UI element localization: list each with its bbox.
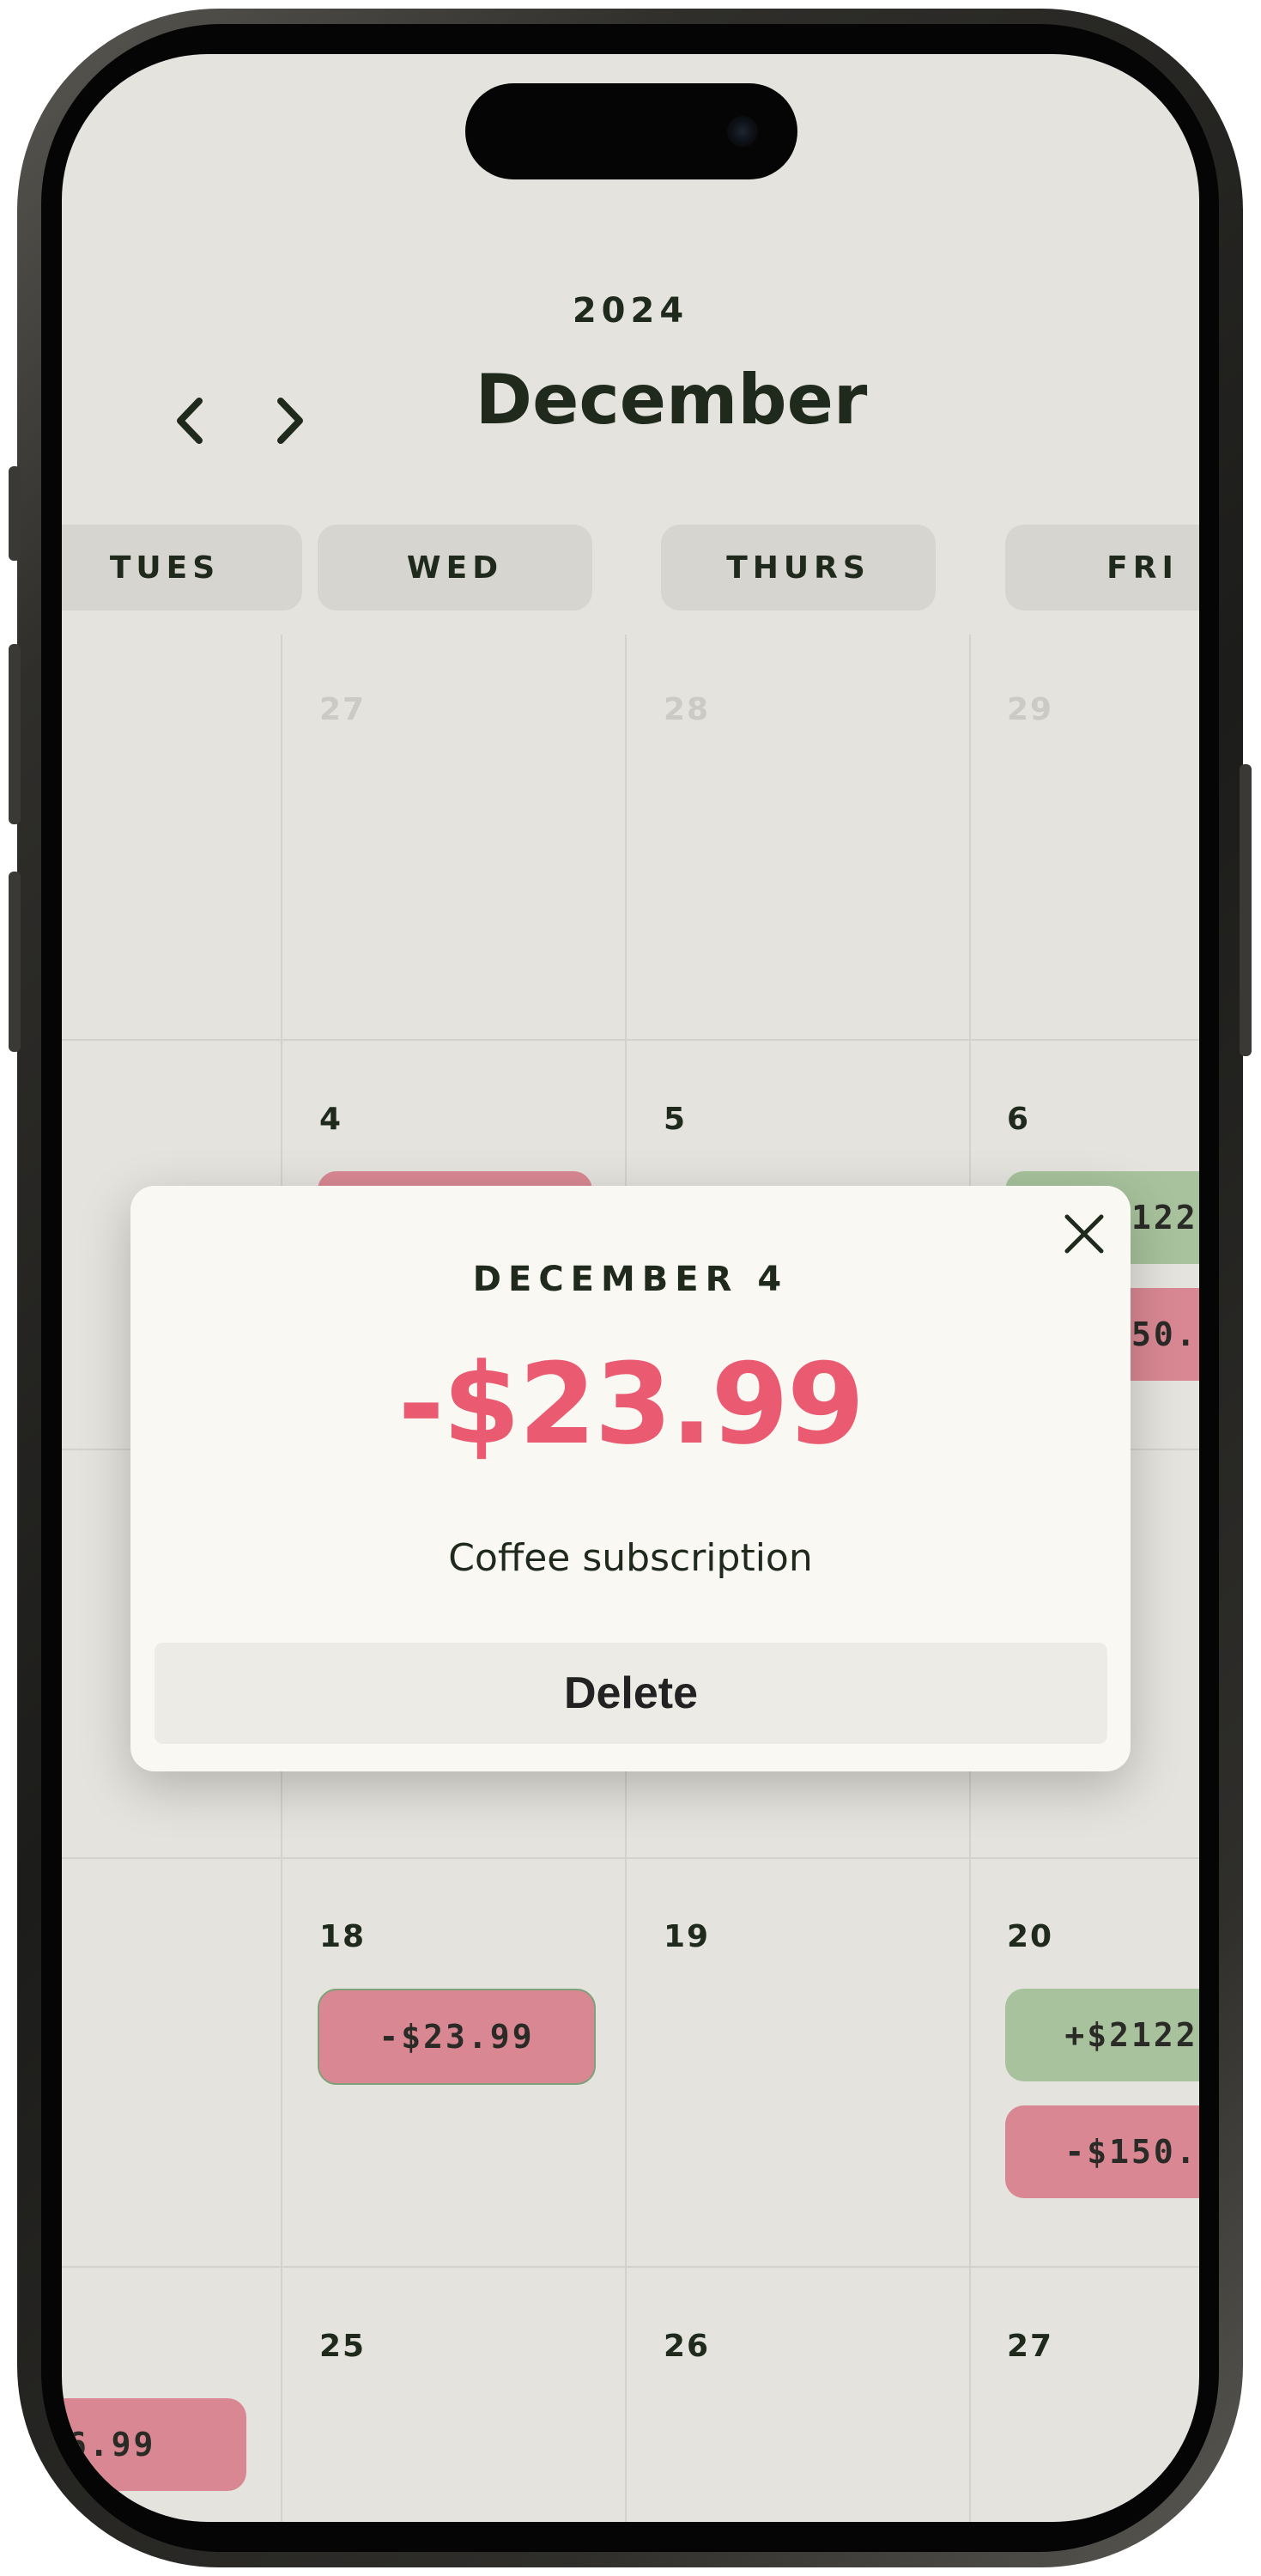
close-button[interactable]	[1058, 1208, 1110, 1260]
date-number: 20	[1007, 1919, 1054, 1954]
grid-line	[62, 2266, 1199, 2268]
delete-button[interactable]: Delete	[155, 1643, 1107, 1744]
transaction-description: Coffee subscription	[448, 1536, 813, 1580]
day-header-wed: WED	[318, 525, 592, 611]
transaction-pill[interactable]: -$150.0	[1005, 2105, 1199, 2198]
close-icon	[1064, 1214, 1104, 1254]
volume-down-button	[9, 872, 21, 1052]
transaction-pill[interactable]: +$2122.	[1005, 1989, 1199, 2081]
camera-icon	[727, 116, 758, 147]
next-month-button[interactable]	[255, 382, 324, 459]
transaction-pill[interactable]: -$23.99	[318, 1989, 596, 2085]
previous-month-button[interactable]	[156, 382, 225, 459]
transaction-detail-modal: DECEMBER 4 -$23.99 Coffee subscription D…	[130, 1186, 1131, 1771]
day-header-tues: TUES	[62, 525, 302, 611]
date-number: 27	[1007, 2329, 1054, 2364]
grid-line	[62, 1857, 1199, 1859]
transaction-pill[interactable]: 16.99	[62, 2398, 246, 2491]
date-number: 4	[319, 1102, 343, 1137]
transaction-amount: -$23.99	[397, 1339, 865, 1469]
modal-date: DECEMBER 4	[472, 1260, 789, 1299]
date-number: 28	[664, 692, 711, 727]
grid-line	[62, 1039, 1199, 1041]
date-number: 19	[664, 1919, 711, 1954]
app-screen: 2024 December TUES WED THURS FRI 27 28 2…	[62, 54, 1199, 2522]
date-number: 18	[319, 1919, 367, 1954]
action-button	[9, 466, 21, 561]
chevron-left-icon	[177, 398, 203, 444]
volume-up-button	[9, 644, 21, 824]
power-button	[1240, 764, 1252, 1056]
year-label: 2024	[572, 291, 689, 331]
month-title: December	[475, 360, 868, 440]
date-number: 26	[664, 2329, 711, 2364]
chevron-right-icon	[277, 398, 303, 444]
day-header-thurs: THURS	[661, 525, 936, 611]
dynamic-island	[465, 83, 797, 179]
day-header-fri: FRI	[1005, 525, 1199, 611]
date-number: 6	[1007, 1102, 1031, 1137]
date-number: 29	[1007, 692, 1054, 727]
date-number: 27	[319, 692, 367, 727]
date-number: 25	[319, 2329, 367, 2364]
date-number: 5	[664, 1102, 688, 1137]
